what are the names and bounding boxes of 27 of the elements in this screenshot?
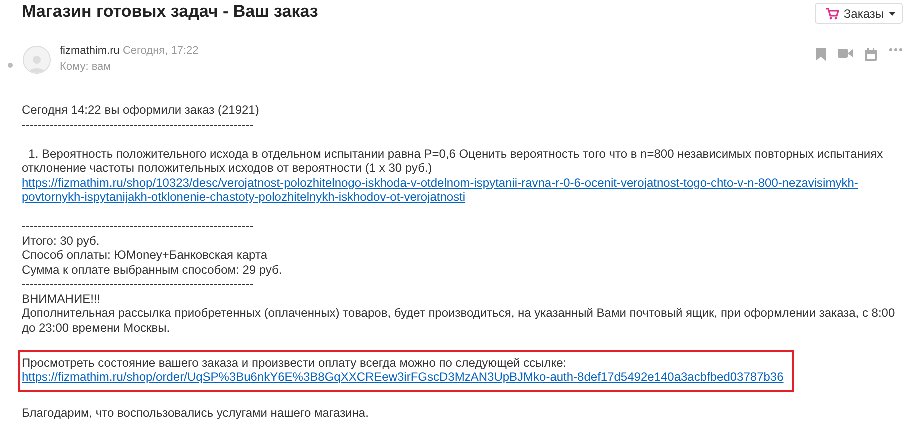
video-camera-icon[interactable] <box>838 48 853 59</box>
message-text: Итого: 30 руб. <box>22 234 101 248</box>
avatar <box>23 46 51 74</box>
bookmark-icon[interactable] <box>816 48 826 61</box>
cart-icon <box>826 8 839 20</box>
email-subject: Магазин готовых задач - Ваш заказ <box>22 1 318 23</box>
product-link[interactable]: https://fizmathim.ru/shop/10323/desc/verojatnost-polozhitelnogo-iskhoda-v-otdelnom-ispytanii-ravna-r-0-6-ocenit-verojatnost-togo-chto-v-n-800-nezavisimykh-povtornykh-ispytanijakh-otklonenie-chastoty-polozhitelnykh-iskhodov-ot-verojatnosti <box>22 176 899 204</box>
message-text: Просмотреть состояние вашего заказа и произвести оплату всегда можно по следующей ссылке: <box>22 356 568 370</box>
message-text: ---------------------------------------------------------- <box>22 277 255 292</box>
message-text: ---------------------------------------------------------- <box>22 219 255 234</box>
message-text: Сумма к оплате выбранным способом: 29 руб. <box>22 262 284 277</box>
message-text: 1. Вероятность положительного исхода в отдельном испытании равна P=0,6 Оценить вероятность того что в n=800 независимых повторных испытаниях отклонение частоты положительных исходов от вероятности (1 x 30 руб.) <box>22 146 884 176</box>
recipient-label: Кому: вам <box>60 61 112 73</box>
caret-icon <box>889 12 896 16</box>
folder-button[interactable]: Заказы <box>814 3 903 24</box>
message-text: Сегодня 14:22 вы оформили заказ (21921) <box>22 103 260 118</box>
unread-dot <box>8 63 13 68</box>
message-text: Способ оплаты: ЮMoney+Банковская карта <box>22 248 269 262</box>
calendar-icon[interactable] <box>865 48 877 61</box>
message-text: Благодарим, что воспользовались услугами нашего магазина. <box>22 406 370 420</box>
message-text: ---------------------------------------------------------- <box>22 118 255 132</box>
sent-time: Сегодня, 17:22 <box>122 45 199 57</box>
message-text: ВНИМАНИЕ!!! <box>22 292 102 306</box>
order-link[interactable]: https://fizmathim.ru/shop/order/UqSP%3Bu6nkY6E%3B8GqXXCREew3irFGscD3MzAN3UpBJMko-auth-8def17d5492e140a3acbfbed03787b36 <box>22 370 784 384</box>
message-text: Дополнительная рассылка приобретенных (оплаченных) товаров, будет производиться, на указанный Вами почтовый ящик, при оформлении заказа, с 8:00 до 23:00 времени Москвы. <box>22 306 896 335</box>
more-icon[interactable] <box>889 48 903 52</box>
sender-name[interactable]: fizmathim.ru <box>60 45 120 57</box>
